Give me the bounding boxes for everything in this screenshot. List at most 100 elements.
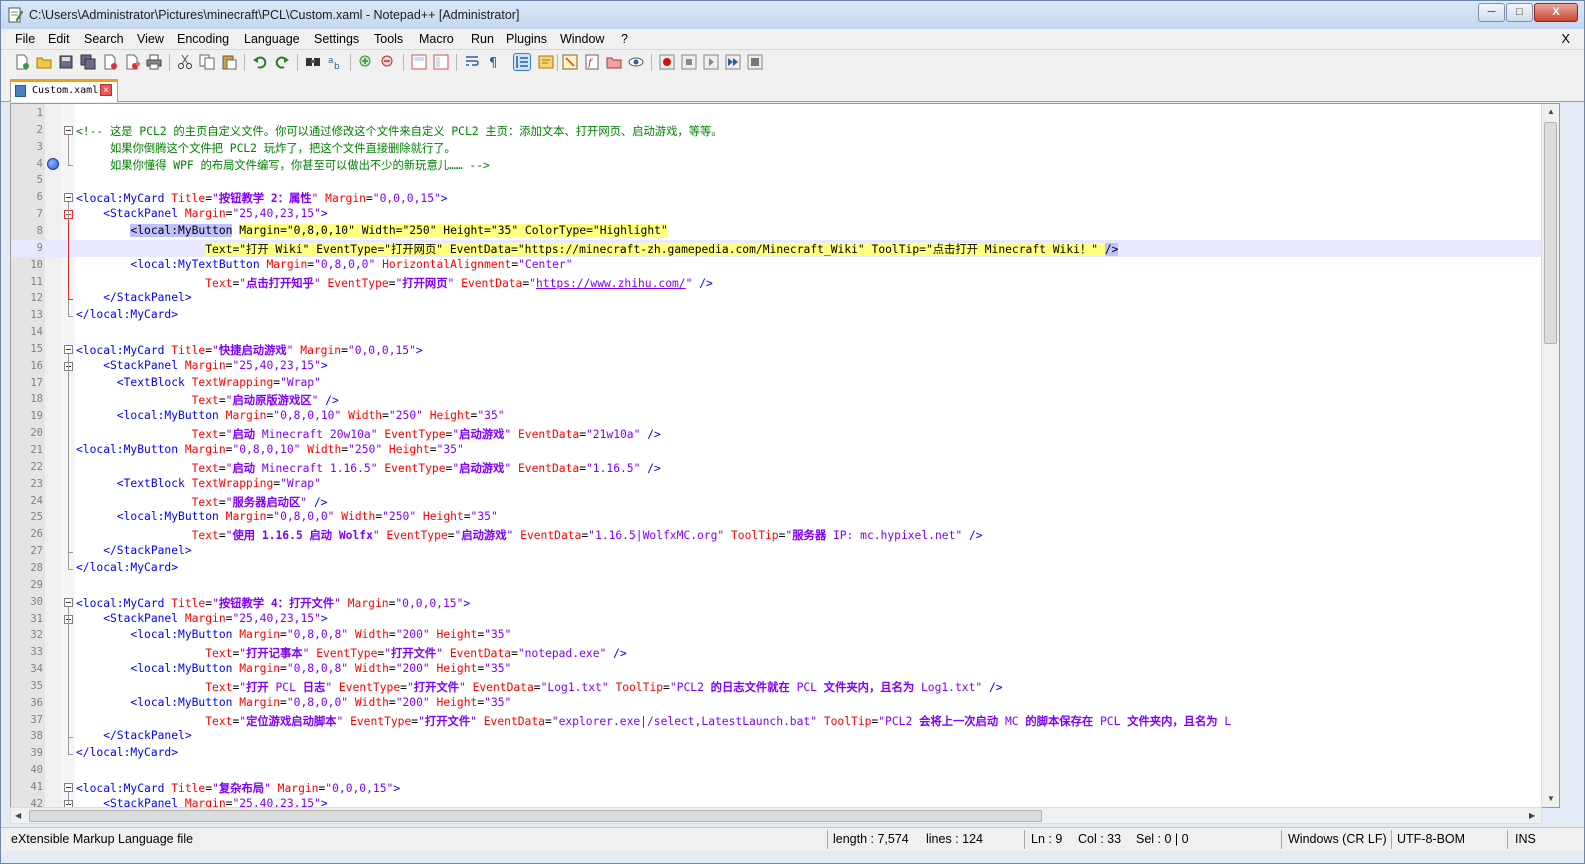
code-line[interactable]: 20 Text="启动 Minecraft 20w10a" EventType=… (11, 425, 1541, 442)
code-text[interactable]: </local:MyCard> (76, 308, 178, 321)
code-line[interactable]: 14 (11, 324, 1541, 341)
menu-plugins[interactable]: Plugins (506, 32, 547, 46)
menu-file[interactable]: File (15, 32, 35, 46)
doc-map-icon[interactable] (562, 54, 578, 70)
menu-edit[interactable]: Edit (48, 32, 70, 46)
code-text[interactable]: <!-- 这是 PCL2 的主页自定义文件。你可以通过修改这个文件来自定义 PC… (76, 123, 723, 139)
sync-vertical-icon[interactable] (411, 54, 427, 70)
code-text[interactable]: <local:MyCard Title="复杂布局" Margin="0,0,0… (76, 780, 400, 796)
code-text[interactable]: </StackPanel> (76, 291, 191, 304)
tab-custom-xaml[interactable]: Custom.xaml × (10, 79, 118, 102)
word-wrap-icon[interactable] (464, 54, 480, 70)
code-text[interactable]: <local:MyButton Margin="0,8,0,10" Width=… (76, 409, 505, 422)
code-line[interactable]: 3 如果你倒腾这个文件把 PCL2 玩炸了，把这个文件直接删除就行了。 (11, 139, 1541, 156)
code-text[interactable]: <local:MyCard Title="按钮教学 4：打开文件" Margin… (76, 595, 470, 611)
sync-horizontal-icon[interactable] (433, 54, 449, 70)
monitoring-icon[interactable] (628, 54, 644, 70)
code-text[interactable]: <TextBlock TextWrapping="Wrap" (76, 376, 321, 389)
code-text[interactable]: </StackPanel> (76, 544, 191, 557)
menu-search[interactable]: Search (84, 32, 124, 46)
status-eol[interactable]: Windows (CR LF) (1288, 832, 1387, 846)
fold-toggle-icon[interactable] (64, 344, 73, 354)
code-text[interactable]: Text="启动原版游戏区" /> (76, 392, 339, 408)
minimize-button[interactable]: ─ (1478, 3, 1505, 22)
code-line[interactable]: 2 <!-- 这是 PCL2 的主页自定义文件。你可以通过修改这个文件来自定义 P… (11, 122, 1541, 139)
menu-macro[interactable]: Macro (419, 32, 454, 46)
fold-toggle-icon[interactable] (64, 125, 73, 135)
function-list-icon[interactable]: f (584, 54, 600, 70)
code-line[interactable]: 12 </StackPanel> (11, 290, 1541, 307)
code-line[interactable]: 30 <local:MyCard Title="按钮教学 4：打开文件" Marg… (11, 594, 1541, 611)
code-line[interactable]: 40 (11, 762, 1541, 779)
code-text[interactable]: <local:MyButton Margin="0,8,0,0" Width="… (76, 510, 498, 523)
scroll-up-icon[interactable]: ▲ (1547, 107, 1555, 116)
indent-guide-icon[interactable] (513, 53, 531, 71)
code-line[interactable]: 27 </StackPanel> (11, 543, 1541, 560)
code-line[interactable]: 7 <StackPanel Margin="25,40,23,15"> (11, 206, 1541, 223)
code-text[interactable]: Text="打开 Wiki" EventType="打开网页" EventDat… (76, 241, 1119, 257)
code-text[interactable]: <StackPanel Margin="25,40,23,15"> (76, 612, 327, 625)
cut-icon[interactable] (177, 54, 193, 70)
status-insert-mode[interactable]: INS (1515, 832, 1536, 846)
code-line[interactable]: 1 (11, 105, 1541, 122)
code-line[interactable]: 37 Text="定位游戏启动脚本" EventType="打开文件" Even… (11, 712, 1541, 729)
zoom-in-icon[interactable] (358, 54, 374, 70)
code-text[interactable]: Text="启动 Minecraft 1.16.5" EventType="启动… (76, 460, 661, 476)
code-line[interactable]: 4 如果你懂得 WPF 的布局文件编写，你甚至可以做出不少的新玩意儿…… --> (11, 156, 1541, 173)
replace-icon[interactable]: ab (327, 54, 343, 70)
code-text[interactable]: <local:MyButton Margin="0,8,0,8" Width="… (76, 628, 511, 641)
code-line[interactable]: 23 <TextBlock TextWrapping="Wrap" (11, 476, 1541, 493)
horizontal-scroll-thumb[interactable] (29, 810, 1042, 822)
code-text[interactable]: 如果你懂得 WPF 的布局文件编写，你甚至可以做出不少的新玩意儿…… --> (76, 157, 490, 173)
record-macro-icon[interactable] (659, 54, 675, 70)
print-icon[interactable] (146, 54, 162, 70)
menu-settings[interactable]: Settings (314, 32, 359, 46)
horizontal-scrollbar[interactable]: ◀ ▶ (10, 807, 1542, 824)
code-line[interactable]: 38 </StackPanel> (11, 728, 1541, 745)
paste-icon[interactable] (221, 54, 237, 70)
code-text[interactable]: <local:MyButton Margin="0,8,0,10" Width=… (76, 443, 464, 456)
bookmark-icon[interactable] (47, 157, 59, 170)
code-text[interactable]: Text="打开记事本" EventType="打开文件" EventData=… (76, 645, 626, 661)
copy-icon[interactable] (199, 54, 215, 70)
code-line[interactable]: 22 Text="启动 Minecraft 1.16.5" EventType=… (11, 459, 1541, 476)
code-line[interactable]: 33 Text="打开记事本" EventType="打开文件" EventDa… (11, 644, 1541, 661)
menu-tools[interactable]: Tools (374, 32, 403, 46)
code-line[interactable]: 8 <local:MyButton Margin="0,8,0,10" Widt… (11, 223, 1541, 240)
save-macro-icon[interactable] (747, 54, 763, 70)
code-text[interactable]: Text="打开 PCL 日志" EventType="打开文件" EventD… (76, 679, 1002, 695)
code-line[interactable]: 34 <local:MyButton Margin="0,8,0,8" Widt… (11, 661, 1541, 678)
code-line[interactable]: 18 Text="启动原版游戏区" /> (11, 391, 1541, 408)
code-line[interactable]: 31 <StackPanel Margin="25,40,23,15"> (11, 611, 1541, 628)
code-line[interactable]: 35 Text="打开 PCL 日志" EventType="打开文件" Eve… (11, 678, 1541, 695)
status-encoding[interactable]: UTF-8-BOM (1397, 832, 1465, 846)
code-area[interactable]: 1 2 <!-- 这是 PCL2 的主页自定义文件。你可以通过修改这个文件来自定义 … (11, 104, 1541, 807)
stop-macro-icon[interactable] (681, 54, 697, 70)
close-document-button[interactable]: X (1561, 31, 1570, 46)
code-line[interactable]: 19 <local:MyButton Margin = "0,8,0,10" Wid… (11, 408, 1541, 425)
editor-pane[interactable]: 1 2 <!-- 这是 PCL2 的主页自定义文件。你可以通过修改这个文件来自定义 … (10, 103, 1560, 808)
open-file-icon[interactable] (36, 54, 52, 70)
scroll-right-icon[interactable]: ▶ (1529, 811, 1535, 820)
maximize-button[interactable]: □ (1506, 3, 1533, 22)
code-line[interactable]: 32 <local:MyButton Margin="0,8,0,8" Widt… (11, 627, 1541, 644)
code-text[interactable]: <local:MyButton Margin="0,8,0,10" Width=… (76, 223, 668, 237)
code-line[interactable]: 26 Text="使用 1.16.5 启动 Wolfx" EventType="… (11, 526, 1541, 543)
code-line[interactable]: 5 (11, 172, 1541, 189)
vertical-scrollbar[interactable]: ▲ ▼ (1541, 104, 1559, 807)
code-line[interactable]: 29 (11, 577, 1541, 594)
code-line[interactable]: 41 <local:MyCard Title="复杂布局" Margin="0,0… (11, 779, 1541, 796)
show-all-chars-icon[interactable]: ¶ (486, 54, 502, 70)
scroll-left-icon[interactable]: ◀ (15, 811, 21, 820)
menu-encoding[interactable]: Encoding (177, 32, 229, 46)
code-line[interactable]: 15 <local:MyCard Title="快捷启动游戏" Margin="0… (11, 341, 1541, 358)
fold-toggle-icon[interactable] (64, 193, 73, 203)
scroll-down-icon[interactable]: ▼ (1547, 794, 1555, 803)
menu-help[interactable]: ? (621, 32, 628, 46)
title-bar[interactable]: C:\Users\Administrator\Pictures\minecraf… (1, 1, 1584, 29)
user-language-icon[interactable] (538, 54, 554, 70)
find-icon[interactable] (305, 54, 321, 70)
code-line[interactable]: 10 <local:MyTextButton Margin="0,8,0,0" … (11, 257, 1541, 274)
code-text[interactable]: </local:MyCard> (76, 561, 178, 574)
code-text[interactable]: Text="启动 Minecraft 20w10a" EventType="启动… (76, 426, 661, 442)
